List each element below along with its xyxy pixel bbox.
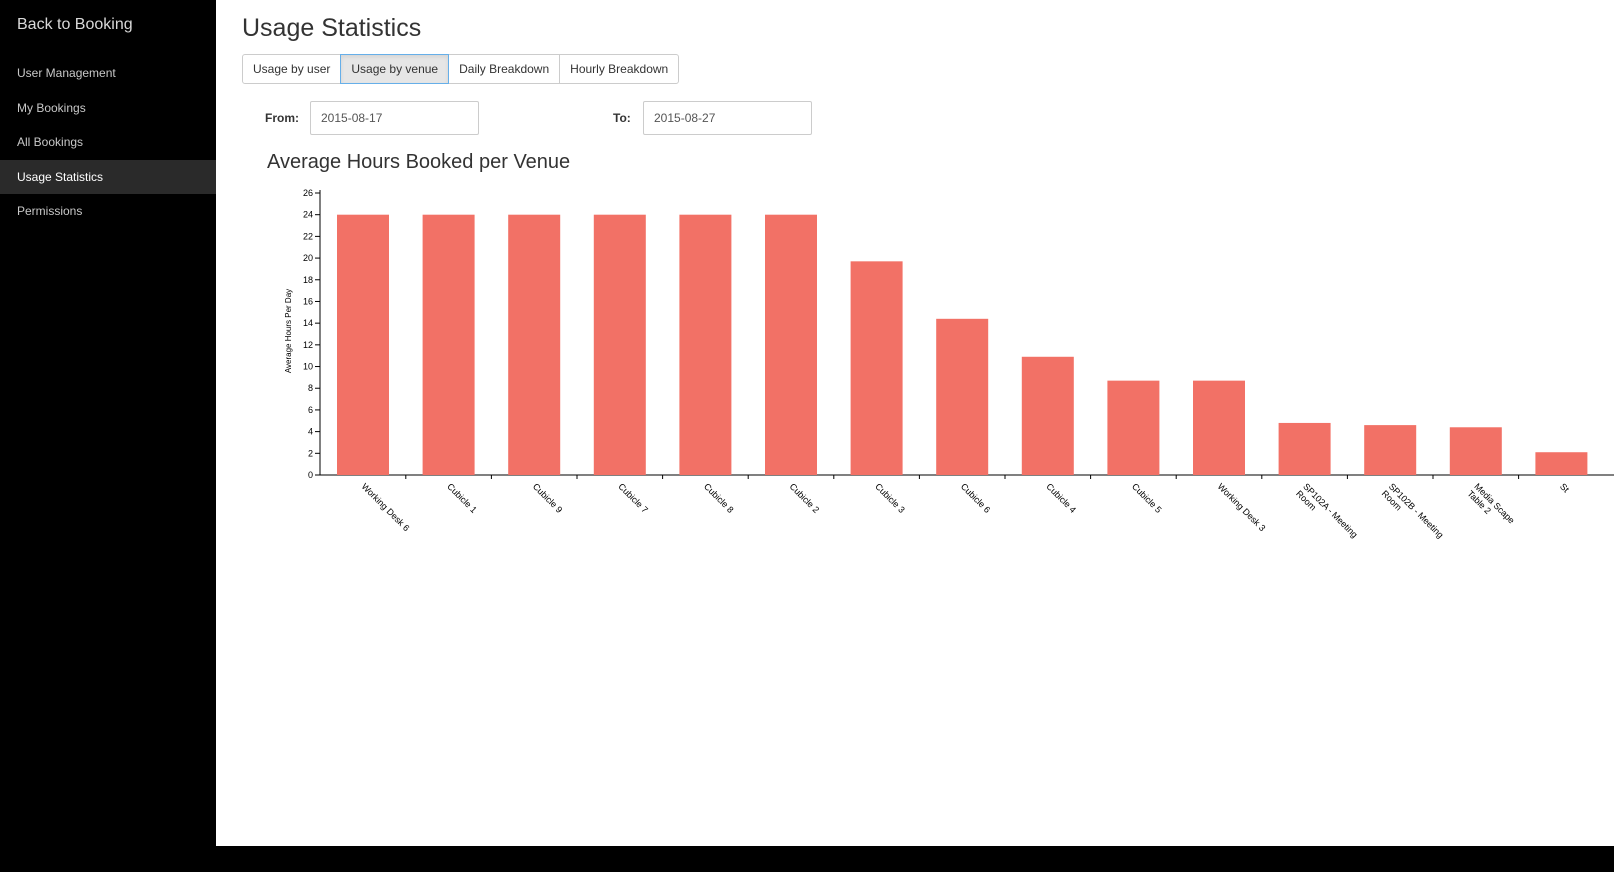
bar <box>1278 422 1331 475</box>
x-tick-label: Media ScapeTable 2 <box>1465 481 1516 532</box>
back-to-booking-link[interactable]: Back to Booking <box>17 16 133 34</box>
bar <box>679 214 732 475</box>
bars <box>337 214 1588 475</box>
y-tick-label: 4 <box>308 427 313 437</box>
y-tick-label: 0 <box>308 470 313 480</box>
sidebar-nav: User Management My Bookings All Bookings… <box>0 56 216 229</box>
bar <box>1193 380 1245 475</box>
x-tick-label: SP102A - MeetingRoom <box>1294 481 1359 546</box>
x-tick-label: Cubicle 3 <box>873 481 907 515</box>
sidebar-item-all-bookings[interactable]: All Bookings <box>0 125 216 160</box>
x-tick-label: St <box>1558 481 1571 494</box>
bar-chart: 02468101214161820222426 Working Desk 6 Cu… <box>284 188 1614 547</box>
sidebar-item-permissions[interactable]: Permissions <box>0 194 216 229</box>
sidebar-item-my-bookings[interactable]: My Bookings <box>0 91 216 126</box>
bar <box>422 214 475 475</box>
bar <box>508 214 561 475</box>
y-tick-label: 2 <box>308 448 313 458</box>
y-tick-label: 6 <box>308 405 313 415</box>
bar <box>765 214 817 475</box>
bar <box>1021 356 1074 475</box>
x-tick-label: Cubicle 2 <box>788 481 822 515</box>
bar <box>850 261 903 475</box>
y-tick-label: 8 <box>308 383 313 393</box>
x-tick-label: Cubicle 4 <box>1044 481 1078 515</box>
x-tick-label: Working Desk 6 <box>360 481 412 533</box>
bar <box>1535 452 1588 475</box>
tab-usage-by-venue[interactable]: Usage by venue <box>340 54 450 84</box>
x-tick-label: SP102B - MeetingRoom <box>1380 481 1446 547</box>
x-tick-label: Cubicle 6 <box>959 481 993 515</box>
x-tick-label: Cubicle 8 <box>702 481 736 515</box>
bar <box>1364 425 1417 475</box>
bar <box>337 214 389 475</box>
x-axis: Working Desk 6 Cubicle 1 Cubicle 9 Cubicle … <box>320 474 1614 547</box>
x-tick-label: Cubicle 9 <box>531 481 565 515</box>
y-tick-label: 10 <box>303 362 313 372</box>
x-tick-label: Cubicle 5 <box>1130 481 1164 515</box>
bar <box>1449 427 1502 475</box>
bottom-strip <box>0 846 1614 872</box>
bar <box>936 318 989 475</box>
y-axis-label: Average Hours Per Day <box>284 289 293 373</box>
sidebar: Back to Booking User Management My Booki… <box>0 0 216 872</box>
sidebar-item-user-management[interactable]: User Management <box>0 56 216 91</box>
bar <box>593 214 646 475</box>
y-tick-label: 14 <box>303 318 313 328</box>
sidebar-item-usage-statistics[interactable]: Usage Statistics <box>0 159 216 194</box>
y-tick-label: 26 <box>303 188 313 198</box>
x-tick-label: Cubicle 1 <box>445 481 479 515</box>
y-tick-label: 18 <box>303 275 313 285</box>
y-tick-label: 24 <box>303 210 313 220</box>
x-tick-label: Working Desk 3 <box>1216 481 1268 533</box>
x-tick-label: Cubicle 7 <box>616 481 650 515</box>
y-tick-label: 16 <box>303 296 313 306</box>
y-tick-label: 22 <box>303 231 313 241</box>
y-tick-label: 12 <box>303 340 313 350</box>
y-tick-label: 20 <box>303 253 313 263</box>
main-content: Usage Statistics Usage by user Usage by … <box>216 0 1614 872</box>
y-axis: 02468101214161820222426 <box>303 188 321 480</box>
bar <box>1107 380 1160 475</box>
